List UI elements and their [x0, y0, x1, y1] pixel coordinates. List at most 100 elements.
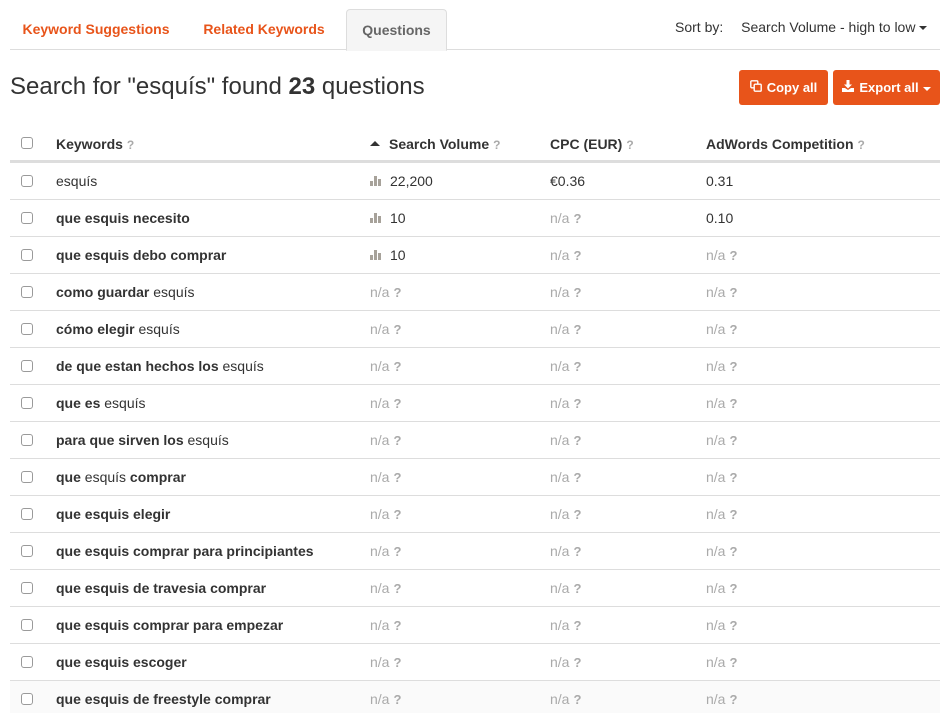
help-icon[interactable]: ? [493, 138, 500, 152]
keyword-cell[interactable]: para que sirven los esquís [56, 422, 229, 458]
keyword-cell[interactable]: que es esquís [56, 385, 146, 421]
row-checkbox[interactable] [21, 471, 33, 483]
competition-cell: 0.31 [706, 163, 733, 199]
help-icon[interactable]: ? [573, 211, 581, 226]
cpc-cell: n/a? [550, 607, 581, 643]
help-icon[interactable]: ? [729, 470, 737, 485]
not-available: n/a? [706, 691, 737, 707]
help-icon[interactable]: ? [573, 655, 581, 670]
row-checkbox[interactable] [21, 212, 33, 224]
not-available: n/a? [370, 617, 401, 633]
row-checkbox[interactable] [21, 434, 33, 446]
search-volume-cell-value: 10 [390, 210, 406, 226]
copy-all-button[interactable]: Copy all [739, 70, 828, 105]
row-checkbox[interactable] [21, 545, 33, 557]
help-icon[interactable]: ? [573, 248, 581, 263]
keyword-cell[interactable]: que esquis debo comprar [56, 237, 226, 273]
help-icon[interactable]: ? [729, 655, 737, 670]
keyword-cell[interactable]: que esquís comprar [56, 459, 186, 495]
help-icon[interactable]: ? [393, 359, 401, 374]
row-checkbox[interactable] [21, 286, 33, 298]
help-icon[interactable]: ? [573, 618, 581, 633]
help-icon[interactable]: ? [573, 692, 581, 707]
help-icon[interactable]: ? [393, 618, 401, 633]
keyword-cell[interactable]: que esquis necesito [56, 200, 190, 236]
help-icon[interactable]: ? [573, 544, 581, 559]
help-icon[interactable]: ? [573, 322, 581, 337]
title-suffix: questions [315, 73, 425, 100]
help-icon[interactable]: ? [393, 285, 401, 300]
tab-questions[interactable]: Questions [346, 9, 447, 51]
help-icon[interactable]: ? [393, 581, 401, 596]
bar-chart-icon[interactable] [370, 249, 382, 260]
help-icon[interactable]: ? [729, 322, 737, 337]
help-icon[interactable]: ? [393, 692, 401, 707]
keyword-cell[interactable]: que esquis de freestyle comprar [56, 681, 271, 713]
row-checkbox[interactable] [21, 619, 33, 631]
help-icon[interactable]: ? [127, 138, 134, 152]
row-checkbox[interactable] [21, 323, 33, 335]
keyword-cell[interactable]: que esquis de travesia comprar [56, 570, 266, 606]
help-icon[interactable]: ? [729, 581, 737, 596]
search-volume-cell: n/a? [370, 422, 401, 458]
search-volume-cell: n/a? [370, 459, 401, 495]
keyword-cell[interactable]: que esquis elegir [56, 496, 170, 532]
bar-chart-icon[interactable] [370, 175, 382, 186]
bar-chart-icon[interactable] [370, 212, 382, 223]
help-icon[interactable]: ? [858, 138, 865, 152]
tab-keyword-suggestions[interactable]: Keyword Suggestions [16, 9, 176, 50]
keyword-cell[interactable]: que esquis comprar para principiantes [56, 533, 314, 569]
column-search-volume[interactable]: Search Volume? [370, 125, 500, 160]
keyword-cell[interactable]: esquís [56, 163, 97, 199]
keyword-cell[interactable]: cómo elegir esquís [56, 311, 180, 347]
help-icon[interactable]: ? [393, 433, 401, 448]
row-checkbox[interactable] [21, 360, 33, 372]
help-icon[interactable]: ? [729, 285, 737, 300]
row-checkbox[interactable] [21, 693, 33, 705]
keyword-cell[interactable]: que esquis escoger [56, 644, 187, 680]
row-checkbox[interactable] [21, 508, 33, 520]
row-checkbox[interactable] [21, 582, 33, 594]
column-keywords[interactable]: Keywords? [56, 125, 134, 160]
help-icon[interactable]: ? [573, 433, 581, 448]
row-select-cell [21, 200, 35, 236]
help-icon[interactable]: ? [729, 618, 737, 633]
help-icon[interactable]: ? [573, 285, 581, 300]
help-icon[interactable]: ? [393, 470, 401, 485]
help-icon[interactable]: ? [393, 655, 401, 670]
help-icon[interactable]: ? [573, 396, 581, 411]
column-adwords-competition[interactable]: AdWords Competition? [706, 125, 865, 160]
sort-label: Sort by: [675, 19, 724, 35]
row-checkbox[interactable] [21, 249, 33, 261]
help-icon[interactable]: ? [729, 507, 737, 522]
row-checkbox[interactable] [21, 175, 33, 187]
keyword-cell[interactable]: que esquis comprar para empezar [56, 607, 283, 643]
not-available: n/a? [370, 506, 401, 522]
keyword-segment: que es [56, 395, 101, 411]
keyword-cell[interactable]: como guardar esquís [56, 274, 195, 310]
help-icon[interactable]: ? [729, 544, 737, 559]
help-icon[interactable]: ? [393, 322, 401, 337]
help-icon[interactable]: ? [626, 138, 633, 152]
tab-related-keywords[interactable]: Related Keywords [196, 9, 332, 50]
row-checkbox[interactable] [21, 397, 33, 409]
row-checkbox[interactable] [21, 656, 33, 668]
export-all-button[interactable]: Export all [833, 70, 940, 105]
help-icon[interactable]: ? [573, 470, 581, 485]
help-icon[interactable]: ? [573, 359, 581, 374]
help-icon[interactable]: ? [729, 692, 737, 707]
help-icon[interactable]: ? [729, 396, 737, 411]
column-cpc[interactable]: CPC (EUR)? [550, 125, 634, 160]
help-icon[interactable]: ? [393, 544, 401, 559]
help-icon[interactable]: ? [729, 248, 737, 263]
help-icon[interactable]: ? [729, 433, 737, 448]
help-icon[interactable]: ? [393, 507, 401, 522]
help-icon[interactable]: ? [393, 396, 401, 411]
help-icon[interactable]: ? [729, 359, 737, 374]
help-icon[interactable]: ? [573, 507, 581, 522]
sort-dropdown[interactable]: Search Volume - high to low [741, 19, 928, 35]
help-icon[interactable]: ? [573, 581, 581, 596]
select-all-checkbox[interactable] [21, 136, 33, 149]
not-available: n/a? [550, 617, 581, 633]
keyword-cell[interactable]: de que estan hechos los esquís [56, 348, 264, 384]
